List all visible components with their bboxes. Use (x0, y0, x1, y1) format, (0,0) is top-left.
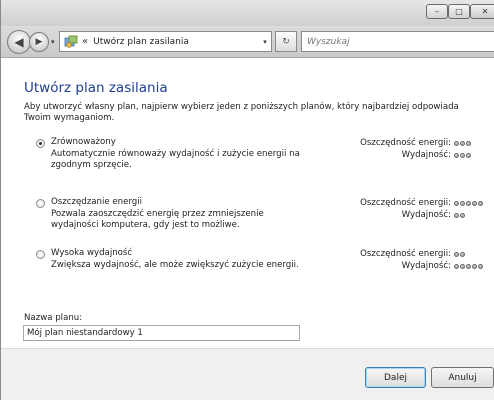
address-breadcrumb[interactable]: Utwórz plan zasilania (93, 37, 259, 47)
rating-dot-icon (454, 140, 459, 146)
minimize-button[interactable]: – (426, 4, 448, 19)
rating-dot-icon (460, 251, 465, 257)
back-button[interactable]: ◀ (7, 30, 31, 54)
plan-name-balanced[interactable]: Zrównoważony (51, 137, 116, 147)
back-arrow-icon: ◀ (14, 35, 24, 49)
rating-dot-icon (460, 152, 465, 158)
power-plan-window: – □ ✕ ◀ ▶ ▾ « Utwórz plan zasilania ▾ ↻ … (0, 0, 494, 400)
rating-dot-icon (478, 200, 483, 206)
saving-rating-row: Oszczędność energii: (335, 137, 490, 149)
saving-rating-dots (454, 248, 490, 260)
performance-rating-dots (454, 260, 490, 272)
saving-rating-row: Oszczędność energii: (335, 197, 490, 209)
plan-radio-high-performance[interactable] (36, 250, 45, 259)
rating-dot-icon (454, 263, 459, 269)
address-bar[interactable]: « Utwórz plan zasilania ▾ (59, 31, 272, 52)
title-bar: – □ ✕ (1, 0, 494, 26)
saving-label: Oszczędność energii: (360, 198, 451, 208)
performance-label: Wydajność: (401, 210, 451, 220)
address-separator[interactable]: « (82, 36, 88, 47)
rating-dot-icon (466, 152, 471, 158)
saving-label: Oszczędność energii: (360, 138, 451, 148)
plan-radio-balanced[interactable] (36, 139, 45, 148)
plan-name-power-saver[interactable]: Oszczędzanie energii (51, 197, 142, 207)
rating-dot-icon (460, 140, 465, 146)
rating-dot-icon (454, 212, 459, 218)
recent-pages-dropdown[interactable]: ▾ (51, 38, 55, 46)
saving-rating-row: Oszczędność energii: (335, 248, 490, 260)
performance-rating-row: Wydajność: (335, 149, 490, 161)
plan-metrics-high-performance: Oszczędność energii: Wydajność: (335, 248, 490, 272)
dialog-footer: Dalej Anuluj (1, 348, 494, 400)
plan-name-high-performance[interactable]: Wysoka wydajność (51, 248, 132, 258)
saving-rating-dots (454, 137, 490, 149)
performance-rating-row: Wydajność: (335, 260, 490, 272)
rating-dot-icon (472, 263, 477, 269)
forward-arrow-icon: ▶ (35, 37, 43, 47)
performance-rating-dots (454, 209, 490, 221)
plan-description-balanced: Automatycznie równoważy wydajność i zuży… (51, 149, 300, 170)
next-button[interactable]: Dalej (365, 367, 426, 388)
plan-name-input[interactable] (23, 325, 300, 341)
plan-name-label: Nazwa planu: (24, 313, 83, 323)
close-button[interactable]: ✕ (470, 4, 494, 19)
performance-rating-row: Wydajność: (335, 209, 490, 221)
control-panel-icon (64, 35, 78, 48)
forward-button[interactable]: ▶ (29, 32, 49, 52)
rating-dot-icon (454, 200, 459, 206)
saving-label: Oszczędność energii: (360, 249, 451, 259)
rating-dot-icon (454, 152, 459, 158)
plan-description-high-performance: Zwiększa wydajność, ale może zwiększyć z… (51, 260, 299, 270)
maximize-button[interactable]: □ (448, 4, 470, 19)
plan-radio-power-saver[interactable] (36, 199, 45, 208)
address-dropdown-icon[interactable]: ▾ (259, 38, 271, 46)
rating-dot-icon (460, 212, 465, 218)
navigation-bar: ◀ ▶ ▾ « Utwórz plan zasilania ▾ ↻ Wyszuk… (1, 26, 494, 58)
performance-label: Wydajność: (401, 261, 451, 271)
rating-dot-icon (472, 200, 477, 206)
intro-text: Aby utworzyć własny plan, najpierw wybie… (24, 102, 459, 123)
rating-dot-icon (460, 263, 465, 269)
page-title: Utwórz plan zasilania (24, 80, 168, 96)
plan-metrics-power-saver: Oszczędność energii: Wydajność: (335, 197, 490, 221)
refresh-button[interactable]: ↻ (275, 31, 297, 52)
cancel-button[interactable]: Anuluj (431, 367, 494, 388)
rating-dot-icon (466, 263, 471, 269)
rating-dot-icon (478, 263, 483, 269)
saving-rating-dots (454, 197, 490, 209)
refresh-icon: ↻ (282, 36, 290, 47)
rating-dot-icon (466, 200, 471, 206)
search-input[interactable]: Wyszukaj (307, 37, 494, 47)
rating-dot-icon (466, 140, 471, 146)
search-box[interactable]: Wyszukaj ⌕ (301, 31, 494, 52)
content-area: Utwórz plan zasilania Aby utworzyć własn… (1, 58, 494, 348)
plan-description-power-saver: Pozwala zaoszczędzić energię przez zmnie… (51, 209, 264, 230)
performance-label: Wydajność: (401, 150, 451, 160)
plan-metrics-balanced: Oszczędność energii: Wydajność: (335, 137, 490, 161)
rating-dot-icon (454, 251, 459, 257)
performance-rating-dots (454, 149, 490, 161)
rating-dot-icon (460, 200, 465, 206)
